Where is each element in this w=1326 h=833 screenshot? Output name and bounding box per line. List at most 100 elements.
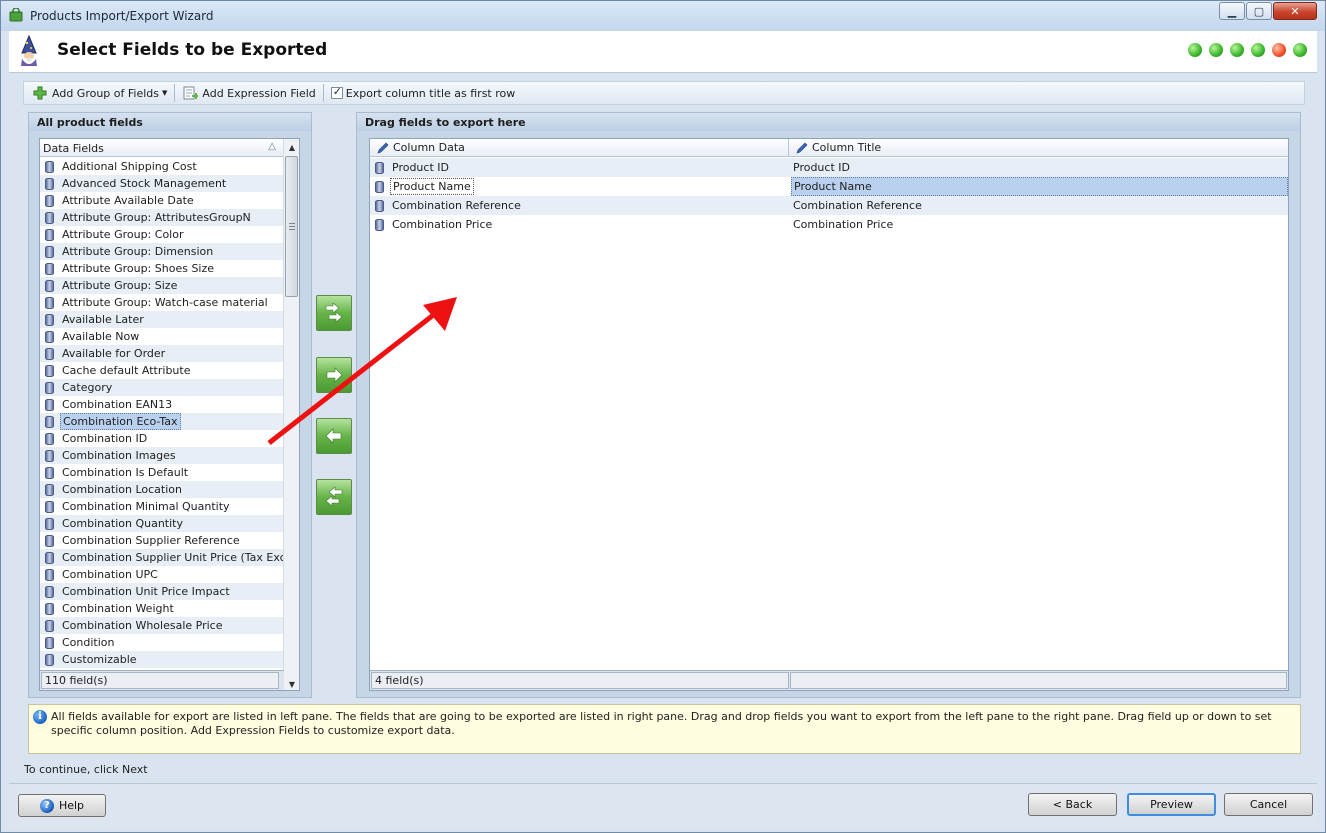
close-button[interactable]: ✕ (1273, 2, 1317, 20)
column-data-cell[interactable]: Combination Reference (370, 196, 523, 215)
field-list-item[interactable]: Available for Order (40, 345, 284, 362)
column-data-cell[interactable]: Product ID (370, 158, 451, 177)
add-expression-field-button[interactable]: Add Expression Field (178, 83, 319, 103)
export-column-title-checkbox[interactable]: Export column title as first row (327, 83, 519, 103)
database-field-icon (375, 180, 384, 193)
export-title-label: Export column title as first row (345, 86, 516, 100)
field-label: Combination Weight (62, 602, 174, 615)
database-field-icon (45, 330, 54, 343)
field-list-item[interactable]: Advanced Stock Management (40, 175, 284, 192)
field-list-item[interactable]: Combination Eco-Tax (40, 413, 284, 430)
field-list-item[interactable]: Combination Unit Price Impact (40, 583, 284, 600)
field-list-item[interactable]: Customizable (40, 651, 284, 668)
export-field-row[interactable]: Combination Reference Combination Referen… (370, 196, 1288, 215)
database-field-icon (45, 466, 54, 479)
cancel-button[interactable]: Cancel (1224, 793, 1313, 816)
column-title-cell[interactable]: Product ID (791, 158, 852, 177)
back-button[interactable]: < Back (1028, 793, 1117, 816)
column-data-cell[interactable]: Combination Price (370, 215, 494, 234)
column-title-header-label: Column Title (812, 141, 882, 154)
field-list-item[interactable]: Combination Is Default (40, 464, 284, 481)
left-arrow-icon (325, 428, 342, 444)
field-list-item[interactable]: Combination Supplier Unit Price (Tax Exc… (40, 549, 297, 566)
field-list-item[interactable]: Attribute Group: Size (40, 277, 284, 294)
field-list-item[interactable]: Combination Location (40, 481, 284, 498)
remove-field-button[interactable] (316, 418, 352, 454)
field-list-item[interactable]: Combination Weight (40, 600, 284, 617)
preview-label: Preview (1150, 798, 1193, 811)
data-fields-column-header[interactable]: Data Fields △ (40, 139, 284, 157)
column-title-cell[interactable]: Combination Price (791, 215, 895, 234)
field-list-item[interactable]: Cache default Attribute (40, 362, 284, 379)
field-list-item[interactable]: Attribute Group: Watch-case material (40, 294, 284, 311)
database-field-icon (45, 449, 54, 462)
step-dot-4 (1251, 43, 1265, 57)
field-list-item[interactable]: Combination Supplier Reference (40, 532, 284, 549)
field-list-item[interactable]: Additional Shipping Cost (40, 158, 284, 175)
field-list-item[interactable]: Condition (40, 634, 284, 651)
help-icon: ? (39, 798, 54, 813)
field-list-item[interactable]: Attribute Group: Color (40, 226, 284, 243)
checkbox-checked[interactable] (330, 85, 343, 99)
export-field-row[interactable]: Combination Price Combination Price (370, 215, 1288, 234)
field-list-item[interactable]: Attribute Group: Shoes Size (40, 260, 284, 277)
add-group-of-fields-button[interactable]: Add Group of Fields ▼ (28, 83, 171, 103)
add-group-label: Add Group of Fields (52, 86, 159, 100)
info-panel: i All fields available for export are li… (28, 704, 1301, 754)
field-list-item[interactable]: Combination ID (40, 430, 284, 447)
scrollbar-thumb[interactable] (285, 156, 298, 297)
field-list-item[interactable]: Combination EAN13 (40, 396, 284, 413)
database-field-icon (45, 483, 54, 496)
column-data-header-label: Column Data (393, 141, 465, 154)
field-list-item[interactable]: Available Now (40, 328, 284, 345)
field-list-item[interactable]: Combination UPC (40, 566, 284, 583)
add-field-button[interactable] (316, 357, 352, 393)
column-title-value: Combination Reference (793, 199, 922, 212)
field-label: Category (62, 381, 113, 394)
sort-ascending-icon: △ (268, 141, 276, 152)
info-icon: i (33, 710, 47, 724)
field-list-item[interactable]: Combination Images (40, 447, 284, 464)
database-field-icon (45, 517, 54, 530)
left-list-scrollbar[interactable]: ▲ ▼ (283, 139, 299, 690)
field-list-item[interactable]: Combination Quantity (40, 515, 284, 532)
field-list-item[interactable]: Available Later (40, 311, 284, 328)
field-list-item[interactable]: Attribute Group: AttributesGroupN (40, 209, 284, 226)
export-field-row[interactable]: Product Name Product Name (370, 177, 1288, 196)
field-label: Attribute Group: Shoes Size (62, 262, 215, 275)
wizard-icon (21, 35, 37, 66)
wizard-window: Products Import/Export Wizard ▁ ▢ ✕ Sele… (0, 0, 1326, 833)
field-label: Attribute Group: Watch-case material (62, 296, 268, 309)
help-button[interactable]: ? Help (18, 794, 106, 817)
dropdown-arrow-icon: ▼ (162, 89, 168, 97)
column-data-header[interactable]: Column Data (370, 139, 789, 157)
column-title-value: Product Name (794, 180, 872, 193)
field-list-item[interactable]: Attribute Group: Dimension (40, 243, 284, 260)
toolbar: Add Group of Fields ▼ Add Expression Fie… (23, 81, 1305, 105)
export-fields-grid[interactable]: Column Data Column Title Product ID Produ… (369, 138, 1289, 691)
column-title-header[interactable]: Column Title (789, 139, 1288, 157)
add-all-fields-button[interactable] (316, 295, 352, 331)
field-label: Combination Eco-Tax (60, 413, 181, 430)
remove-all-fields-button[interactable] (316, 479, 352, 515)
column-title-cell[interactable]: Combination Reference (791, 196, 924, 215)
data-fields-list[interactable]: Data Fields △ Additional Shipping Cost Ad… (39, 138, 300, 691)
field-list-item[interactable]: Attribute Available Date (40, 192, 284, 209)
field-list-item[interactable]: Category (40, 379, 284, 396)
field-label: Customizable (62, 653, 137, 666)
scroll-up-arrow-icon[interactable]: ▲ (284, 139, 299, 155)
column-title-cell[interactable]: Product Name (791, 177, 1288, 196)
column-data-cell[interactable]: Product Name (370, 177, 474, 196)
maximize-button[interactable]: ▢ (1246, 2, 1272, 20)
minimize-button[interactable]: ▁ (1219, 2, 1245, 20)
preview-button[interactable]: Preview (1127, 793, 1216, 816)
data-fields-rows: Additional Shipping Cost Advanced Stock M… (40, 158, 297, 668)
grip-icon (289, 223, 295, 230)
scroll-down-arrow-icon[interactable]: ▼ (284, 676, 299, 690)
field-list-item[interactable]: Combination Wholesale Price (40, 617, 284, 634)
database-field-icon (45, 500, 54, 513)
pencil-icon (796, 142, 808, 153)
field-list-item[interactable]: Combination Minimal Quantity (40, 498, 284, 515)
export-field-row[interactable]: Product ID Product ID (370, 158, 1288, 177)
column-header-label: Data Fields (43, 142, 104, 155)
